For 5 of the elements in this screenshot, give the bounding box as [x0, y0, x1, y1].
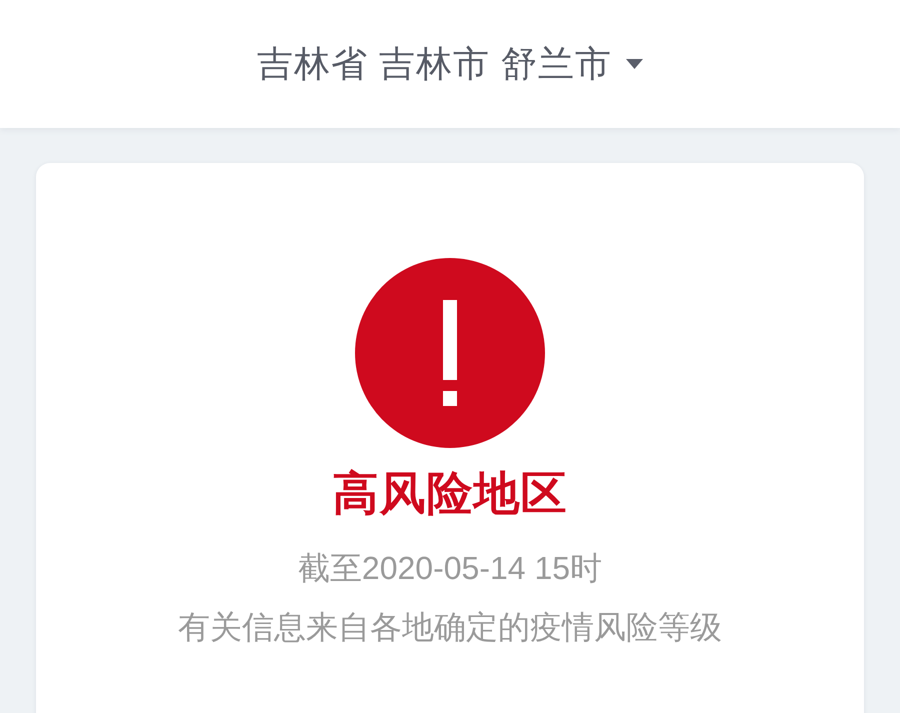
- risk-level-title: 高风险地区: [332, 466, 568, 521]
- caret-icon: [626, 59, 643, 69]
- location-dropdown[interactable]: 吉林省 吉林市 舒兰市: [248, 36, 651, 92]
- source-note-text: 有关信息来自各地确定的疫情风险等级: [178, 608, 722, 647]
- update-time-text: 截至2020-05-14 15时: [298, 549, 602, 588]
